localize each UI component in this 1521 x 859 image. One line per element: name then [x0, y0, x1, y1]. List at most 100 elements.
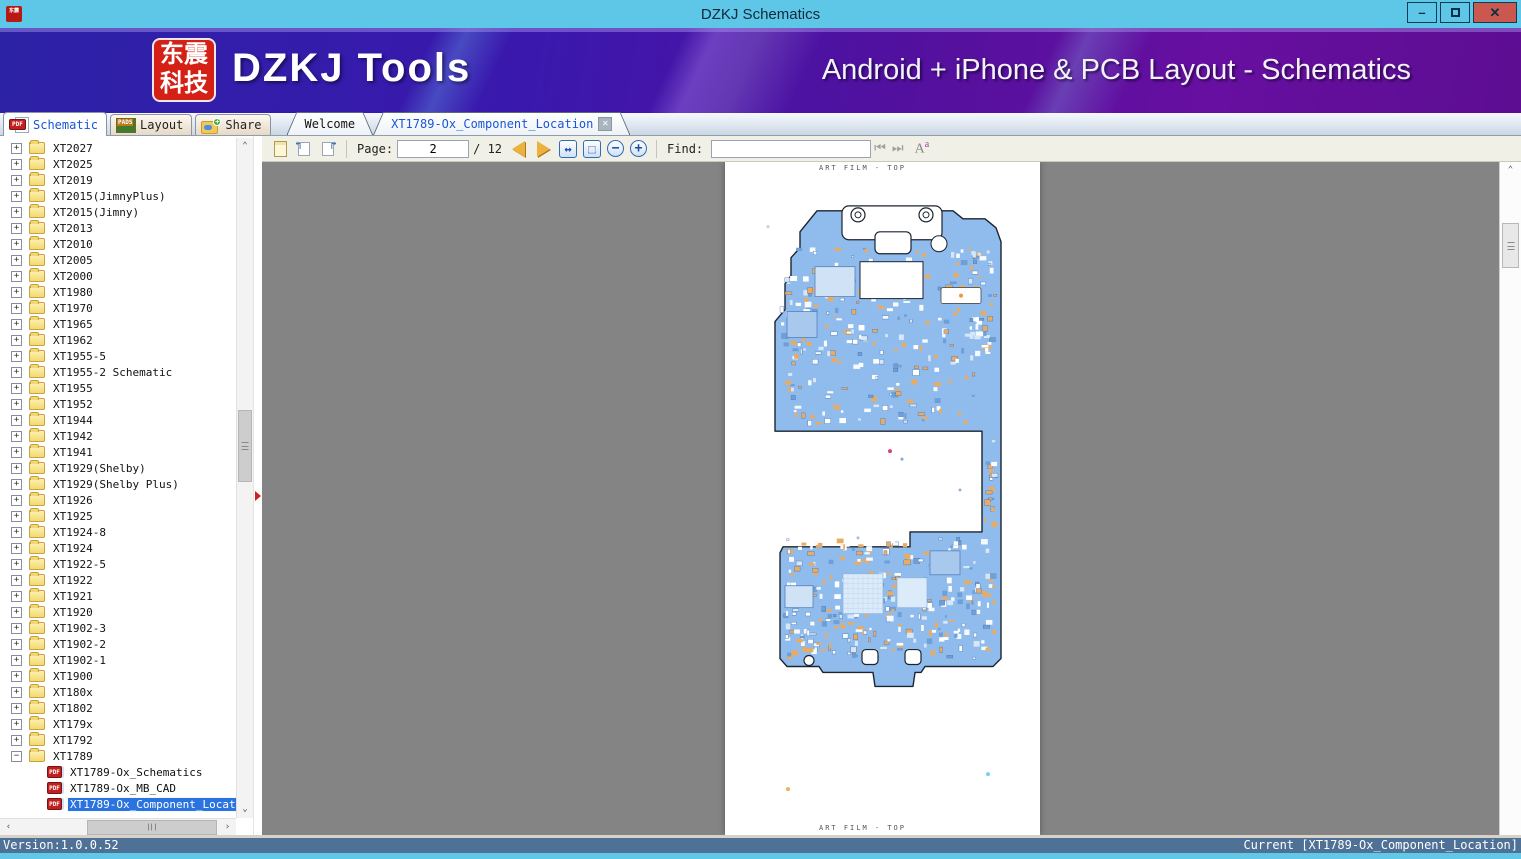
expander-icon[interactable]: [11, 366, 22, 378]
expander-icon[interactable]: [11, 558, 22, 570]
expander-icon[interactable]: [11, 750, 22, 762]
expander-icon[interactable]: [11, 590, 22, 602]
tree-item[interactable]: XT1941: [0, 444, 236, 460]
expander-icon[interactable]: [11, 190, 22, 202]
tree-item[interactable]: XT1944: [0, 412, 236, 428]
expander-icon[interactable]: [11, 142, 22, 154]
fit-page-button[interactable]: ⬚: [583, 139, 602, 158]
expander-icon[interactable]: [11, 430, 22, 442]
scroll-right-icon[interactable]: ›: [219, 818, 236, 835]
tab-share[interactable]: + Share: [195, 114, 271, 135]
expander-icon[interactable]: [11, 526, 22, 538]
tree-item[interactable]: PDF XT1789-Ox_Schematics: [0, 764, 236, 780]
tab-layout[interactable]: PADS Layout: [110, 114, 193, 135]
expander-icon[interactable]: [11, 382, 22, 394]
tree-item[interactable]: XT1942: [0, 428, 236, 444]
expander-icon[interactable]: [11, 414, 22, 426]
match-case-icon[interactable]: Aa: [915, 139, 930, 158]
tree-item[interactable]: PDF XT1789-Ox_Component_Location: [0, 796, 236, 812]
tree-item[interactable]: XT1920: [0, 604, 236, 620]
expander-icon[interactable]: [11, 638, 22, 650]
expander-icon[interactable]: [11, 334, 22, 346]
next-page-button[interactable]: [537, 140, 551, 157]
expander-icon[interactable]: [11, 254, 22, 266]
tree-item[interactable]: XT1962: [0, 332, 236, 348]
tree-item[interactable]: XT2010: [0, 236, 236, 252]
previous-page-button[interactable]: [512, 140, 526, 157]
tree-item[interactable]: XT2013: [0, 220, 236, 236]
doc-tab-current[interactable]: XT1789-Ox_Component_Location ✕: [373, 112, 630, 135]
viewer-vertical-scrollbar[interactable]: ⌃: [1499, 162, 1521, 835]
tree-item[interactable]: XT1921: [0, 588, 236, 604]
tree-item[interactable]: XT1929(Shelby): [0, 460, 236, 476]
expander-icon[interactable]: [11, 574, 22, 586]
expander-icon[interactable]: [11, 222, 22, 234]
tree-item[interactable]: XT1955: [0, 380, 236, 396]
expander-icon[interactable]: [11, 494, 22, 506]
expander-icon[interactable]: [11, 206, 22, 218]
expander-icon[interactable]: [11, 398, 22, 410]
tree-item[interactable]: XT1955-2 Schematic: [0, 364, 236, 380]
tree-horizontal-scrollbar[interactable]: ‹ ›: [0, 818, 236, 835]
tree-item[interactable]: XT1980: [0, 284, 236, 300]
find-input[interactable]: [711, 139, 872, 158]
tab-schematic[interactable]: PDF Schematic: [3, 112, 108, 136]
tree-item[interactable]: XT1789: [0, 748, 236, 764]
tree-item[interactable]: XT1955-5: [0, 348, 236, 364]
close-button[interactable]: ✕: [1473, 2, 1517, 23]
expander-icon[interactable]: [11, 302, 22, 314]
tree-item[interactable]: XT1902-2: [0, 636, 236, 652]
expander-icon[interactable]: [11, 606, 22, 618]
expander-icon[interactable]: [11, 174, 22, 186]
expander-icon[interactable]: [11, 446, 22, 458]
doc-tab-welcome[interactable]: Welcome: [287, 112, 374, 135]
close-tab-icon[interactable]: ✕: [598, 116, 613, 131]
tree-item[interactable]: XT1792: [0, 732, 236, 748]
tree-item[interactable]: XT1965: [0, 316, 236, 332]
tree-item[interactable]: XT1924-8: [0, 524, 236, 540]
copy-page-icon[interactable]: [270, 140, 290, 158]
fit-width-button[interactable]: ↔: [559, 139, 578, 158]
scroll-left-icon[interactable]: ‹: [0, 818, 17, 835]
expander-icon[interactable]: [11, 478, 22, 490]
expander-icon[interactable]: [11, 350, 22, 362]
tree-item[interactable]: XT1802: [0, 700, 236, 716]
tree-item[interactable]: XT1925: [0, 508, 236, 524]
tree-item[interactable]: XT1922-5: [0, 556, 236, 572]
expander-icon[interactable]: [11, 686, 22, 698]
expander-icon[interactable]: [11, 542, 22, 554]
expander-icon[interactable]: [11, 238, 22, 250]
tree-item[interactable]: XT179x: [0, 716, 236, 732]
expander-icon[interactable]: [11, 286, 22, 298]
maximize-button[interactable]: [1440, 2, 1470, 23]
rotate-right-icon[interactable]: [318, 139, 338, 158]
expander-icon[interactable]: [11, 462, 22, 474]
expander-icon[interactable]: [11, 510, 22, 522]
tree-item[interactable]: XT180x: [0, 684, 236, 700]
panel-splitter[interactable]: [253, 136, 262, 835]
zoom-in-button[interactable]: +: [630, 140, 648, 157]
expander-icon[interactable]: [11, 318, 22, 330]
tree-item[interactable]: XT1970: [0, 300, 236, 316]
tree-item[interactable]: XT2025: [0, 156, 236, 172]
expander-icon[interactable]: [11, 270, 22, 282]
tree-item[interactable]: XT2019: [0, 172, 236, 188]
rotate-left-icon[interactable]: [294, 139, 314, 158]
expander-icon[interactable]: [11, 670, 22, 682]
expander-icon[interactable]: [11, 622, 22, 634]
tree-item[interactable]: XT2005: [0, 252, 236, 268]
scrollbar-thumb[interactable]: [1502, 223, 1519, 268]
expander-icon[interactable]: [11, 718, 22, 730]
tree-item[interactable]: XT1900: [0, 668, 236, 684]
tree-item[interactable]: XT1924: [0, 540, 236, 556]
scrollbar-thumb[interactable]: [238, 410, 252, 482]
expander-icon[interactable]: [11, 734, 22, 746]
expander-icon[interactable]: [11, 654, 22, 666]
tree-item[interactable]: XT2027: [0, 140, 236, 156]
tree-item[interactable]: XT1922: [0, 572, 236, 588]
tree-item[interactable]: XT2015(JimnyPlus): [0, 188, 236, 204]
tree-item[interactable]: XT1902-3: [0, 620, 236, 636]
tree-item[interactable]: XT1926: [0, 492, 236, 508]
scroll-up-icon[interactable]: ⌃: [1500, 162, 1521, 179]
scrollbar-thumb[interactable]: [87, 819, 217, 835]
